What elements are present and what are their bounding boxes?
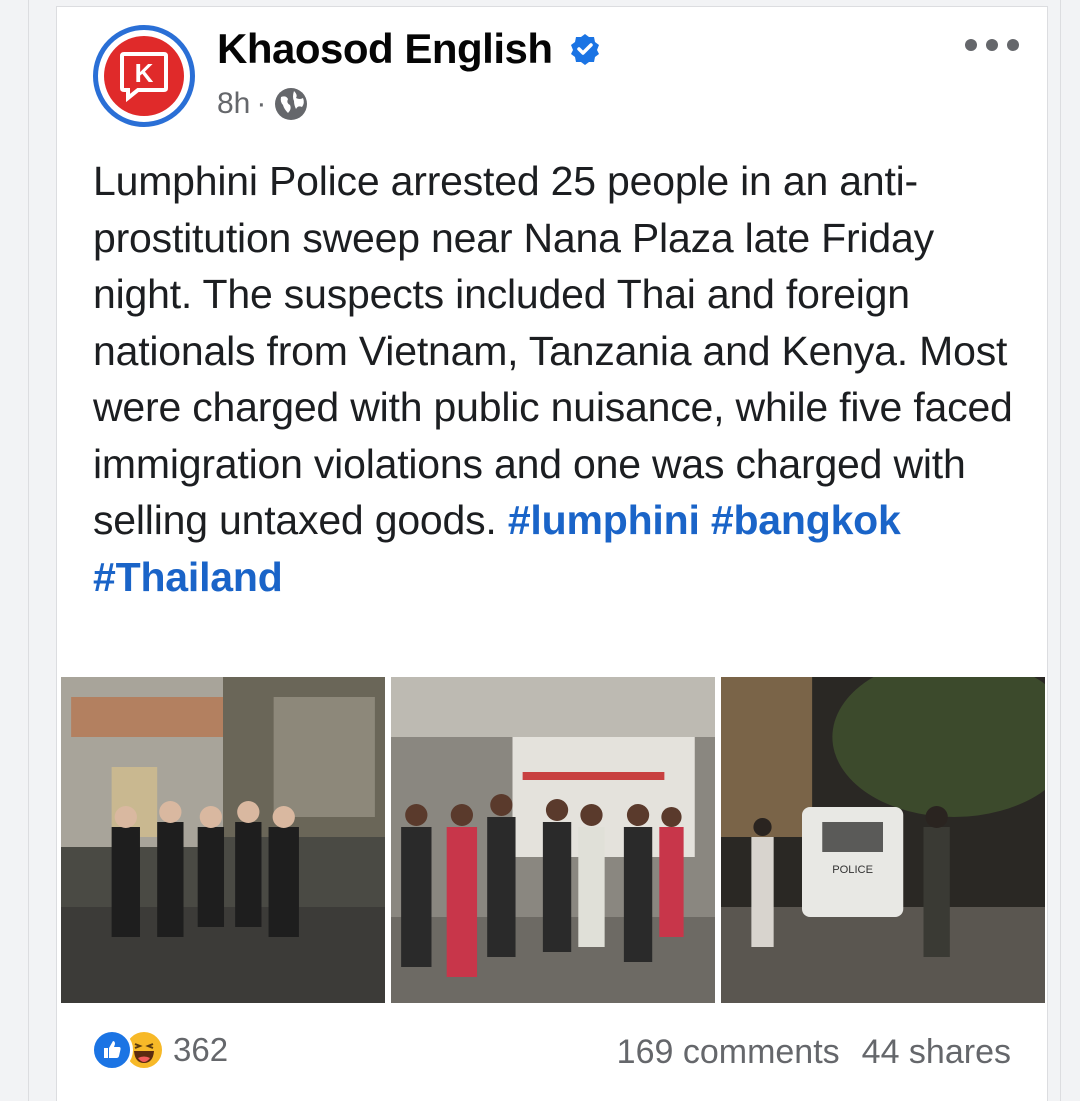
post-timestamp[interactable]: 8h — [217, 87, 250, 121]
hashtag-lumphini[interactable]: #lumphini — [508, 497, 700, 543]
more-dot — [965, 39, 977, 51]
photo-2[interactable] — [391, 677, 715, 1003]
shares-count[interactable]: 44 shares — [862, 1033, 1011, 1072]
photo-1[interactable] — [61, 677, 385, 1003]
hashtag-thailand[interactable]: #Thailand — [93, 554, 283, 600]
more-dot — [1007, 39, 1019, 51]
post-card: K Khaosod English 8h · Lumphini Police a… — [56, 6, 1048, 1101]
photo-3[interactable]: POLICE — [721, 677, 1045, 1003]
like-reaction-icon — [91, 1029, 133, 1071]
more-options-icon[interactable] — [965, 33, 1021, 57]
more-dot — [986, 39, 998, 51]
page-name[interactable]: Khaosod English — [217, 25, 553, 73]
page-edge-right — [1060, 0, 1061, 1101]
comments-count[interactable]: 169 comments — [617, 1033, 840, 1072]
svg-text:POLICE: POLICE — [832, 864, 873, 876]
meta-separator: · — [256, 87, 267, 120]
verified-badge-icon — [571, 34, 599, 65]
engagement-counts: 169 comments 44 shares — [617, 1033, 1011, 1072]
reactions-summary[interactable]: 362 — [91, 1029, 228, 1071]
globe-icon — [275, 88, 308, 120]
photo-grid: POLICE — [61, 677, 1045, 1003]
post-text: Lumphini Police arrested 25 people in an… — [93, 153, 1033, 605]
page-edge-left — [28, 0, 29, 1101]
hashtag-bangkok[interactable]: #bangkok — [711, 497, 901, 543]
svg-text:K: K — [135, 58, 154, 88]
post-body: Lumphini Police arrested 25 people in an… — [93, 158, 1013, 543]
page-avatar[interactable]: K — [93, 25, 195, 127]
post-meta: 8h · — [217, 85, 310, 123]
khaosod-logo: K — [104, 36, 184, 116]
reactions-count: 362 — [173, 1031, 229, 1068]
